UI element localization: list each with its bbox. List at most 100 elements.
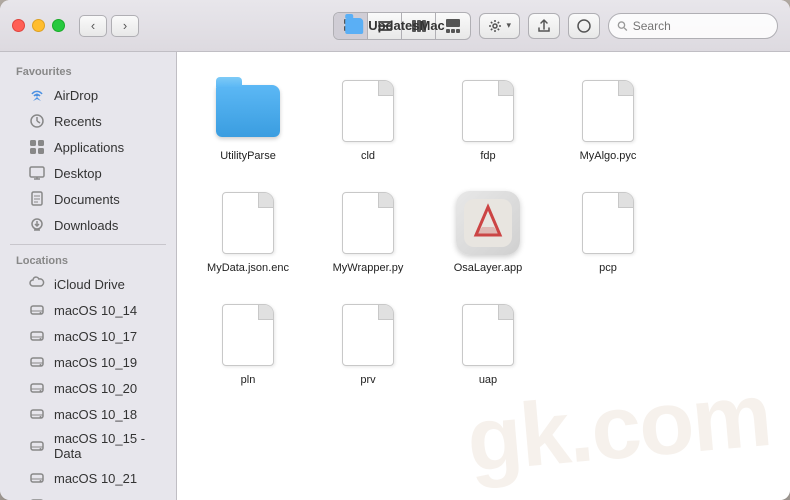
action-button[interactable]: ▾ (479, 13, 520, 39)
sidebar-item-documents[interactable]: Documents (4, 186, 172, 212)
icloud-label: iCloud Drive (54, 277, 125, 292)
file-label-myalgo: MyAlgo.pyc (580, 150, 637, 162)
titlebar-center: UpdatesMac (345, 18, 445, 34)
drive-icon-7 (28, 495, 46, 500)
doc-icon-myalgo (582, 80, 634, 142)
sidebar-item-downloads[interactable]: Downloads (4, 212, 172, 238)
favourites-header: Favourites (0, 62, 176, 82)
file-item-pcp[interactable]: pcp (553, 180, 663, 282)
file-area: UtilityParse cld fdp (177, 52, 790, 500)
file-label-mywrapper: MyWrapper.py (333, 262, 404, 274)
doc-icon-uap (462, 304, 514, 366)
file-label-cld: cld (361, 150, 375, 162)
finder-window: ‹ › UpdatesMac (0, 0, 790, 500)
doc-icon-pcp (582, 192, 634, 254)
macos1019-label: macOS 10_19 (54, 355, 137, 370)
doc-icon-cld (342, 80, 394, 142)
file-item-osalayer[interactable]: OsaLayer.app (433, 180, 543, 282)
drive-icon-4 (28, 405, 46, 423)
doc-icon-mywrapper (342, 192, 394, 254)
tag-icon (576, 18, 592, 34)
documents-label: Documents (54, 192, 120, 207)
share-button[interactable] (528, 13, 560, 39)
search-icon (617, 20, 628, 32)
file-label-pln: pln (241, 374, 256, 386)
file-label-fdp: fdp (480, 150, 495, 162)
traffic-lights (12, 19, 65, 32)
gear-icon (488, 19, 502, 33)
tag-button[interactable] (568, 13, 600, 39)
sidebar-item-desktop[interactable]: Desktop (4, 160, 172, 186)
doc-icon-wrapper-myalgo (573, 76, 643, 146)
gallery-icon (445, 18, 461, 34)
minimize-button[interactable] (32, 19, 45, 32)
sidebar-item-macos1022[interactable]: macOS 10_22 (4, 491, 172, 500)
title-folder-icon (345, 18, 363, 34)
file-item-myalgo[interactable]: MyAlgo.pyc (553, 68, 663, 170)
macos1018-label: macOS 10_18 (54, 407, 137, 422)
file-grid: UtilityParse cld fdp (193, 68, 774, 394)
doc-icon-wrapper-pcp (573, 188, 643, 258)
clock-icon (28, 112, 46, 130)
documents-icon (28, 190, 46, 208)
doc-icon-pln (222, 304, 274, 366)
nav-buttons: ‹ › (79, 15, 139, 37)
titlebar: ‹ › UpdatesMac (0, 0, 790, 52)
sidebar-item-macos1017[interactable]: macOS 10_17 (4, 323, 172, 349)
content-area: Favourites AirDrop (0, 52, 790, 500)
cloud-icon (28, 275, 46, 293)
file-item-mywrapper[interactable]: MyWrapper.py (313, 180, 423, 282)
downloads-label: Downloads (54, 218, 118, 233)
file-item-uap[interactable]: uap (433, 292, 543, 394)
file-item-prv[interactable]: prv (313, 292, 423, 394)
forward-button[interactable]: › (111, 15, 139, 37)
sidebar-item-macos1015[interactable]: macOS 10_15 - Data (4, 427, 172, 465)
sidebar-item-macos1020[interactable]: macOS 10_20 (4, 375, 172, 401)
doc-icon-prv (342, 304, 394, 366)
maximize-button[interactable] (52, 19, 65, 32)
desktop-label: Desktop (54, 166, 102, 181)
folder-icon (216, 85, 280, 137)
file-item-pln[interactable]: pln (193, 292, 303, 394)
forward-icon: › (123, 18, 127, 33)
locations-header: Locations (0, 251, 176, 271)
file-item-fdp[interactable]: fdp (433, 68, 543, 170)
doc-icon-wrapper-mydata (213, 188, 283, 258)
sidebar-separator (10, 244, 166, 245)
sidebar-item-macos1021[interactable]: macOS 10_21 (4, 465, 172, 491)
app-icon-osalayer (456, 191, 520, 255)
drive-icon-5 (28, 437, 46, 455)
macos1017-label: macOS 10_17 (54, 329, 137, 344)
folder-icon-wrapper (213, 76, 283, 146)
file-item-cld[interactable]: cld (313, 68, 423, 170)
applications-icon (28, 138, 46, 156)
doc-icon-wrapper-mywrapper (333, 188, 403, 258)
back-button[interactable]: ‹ (79, 15, 107, 37)
sidebar-item-airdrop[interactable]: AirDrop (4, 82, 172, 108)
file-label-uap: uap (479, 374, 497, 386)
file-item-utilityparse[interactable]: UtilityParse (193, 68, 303, 170)
macos1021-label: macOS 10_21 (54, 471, 137, 486)
sidebar-item-recents[interactable]: Recents (4, 108, 172, 134)
file-label-osalayer: OsaLayer.app (454, 262, 523, 274)
window-title: UpdatesMac (368, 18, 445, 33)
drive-icon-2 (28, 353, 46, 371)
action-dropdown-arrow: ▾ (506, 20, 511, 31)
drive-icon-0 (28, 301, 46, 319)
file-label-mydata: MyData.json.enc (207, 262, 289, 274)
downloads-icon (28, 216, 46, 234)
doc-icon-wrapper-prv (333, 300, 403, 370)
close-button[interactable] (12, 19, 25, 32)
sidebar-item-applications[interactable]: Applications (4, 134, 172, 160)
doc-icon-wrapper-uap (453, 300, 523, 370)
sidebar-item-macos1018[interactable]: macOS 10_18 (4, 401, 172, 427)
airdrop-icon (28, 86, 46, 104)
back-icon: ‹ (91, 18, 95, 33)
sidebar-item-macos1014[interactable]: macOS 10_14 (4, 297, 172, 323)
sidebar-item-icloud[interactable]: iCloud Drive (4, 271, 172, 297)
drive-icon-6 (28, 469, 46, 487)
file-item-mydata[interactable]: MyData.json.enc (193, 180, 303, 282)
search-bar[interactable] (608, 13, 778, 39)
sidebar-item-macos1019[interactable]: macOS 10_19 (4, 349, 172, 375)
search-input[interactable] (633, 19, 769, 33)
